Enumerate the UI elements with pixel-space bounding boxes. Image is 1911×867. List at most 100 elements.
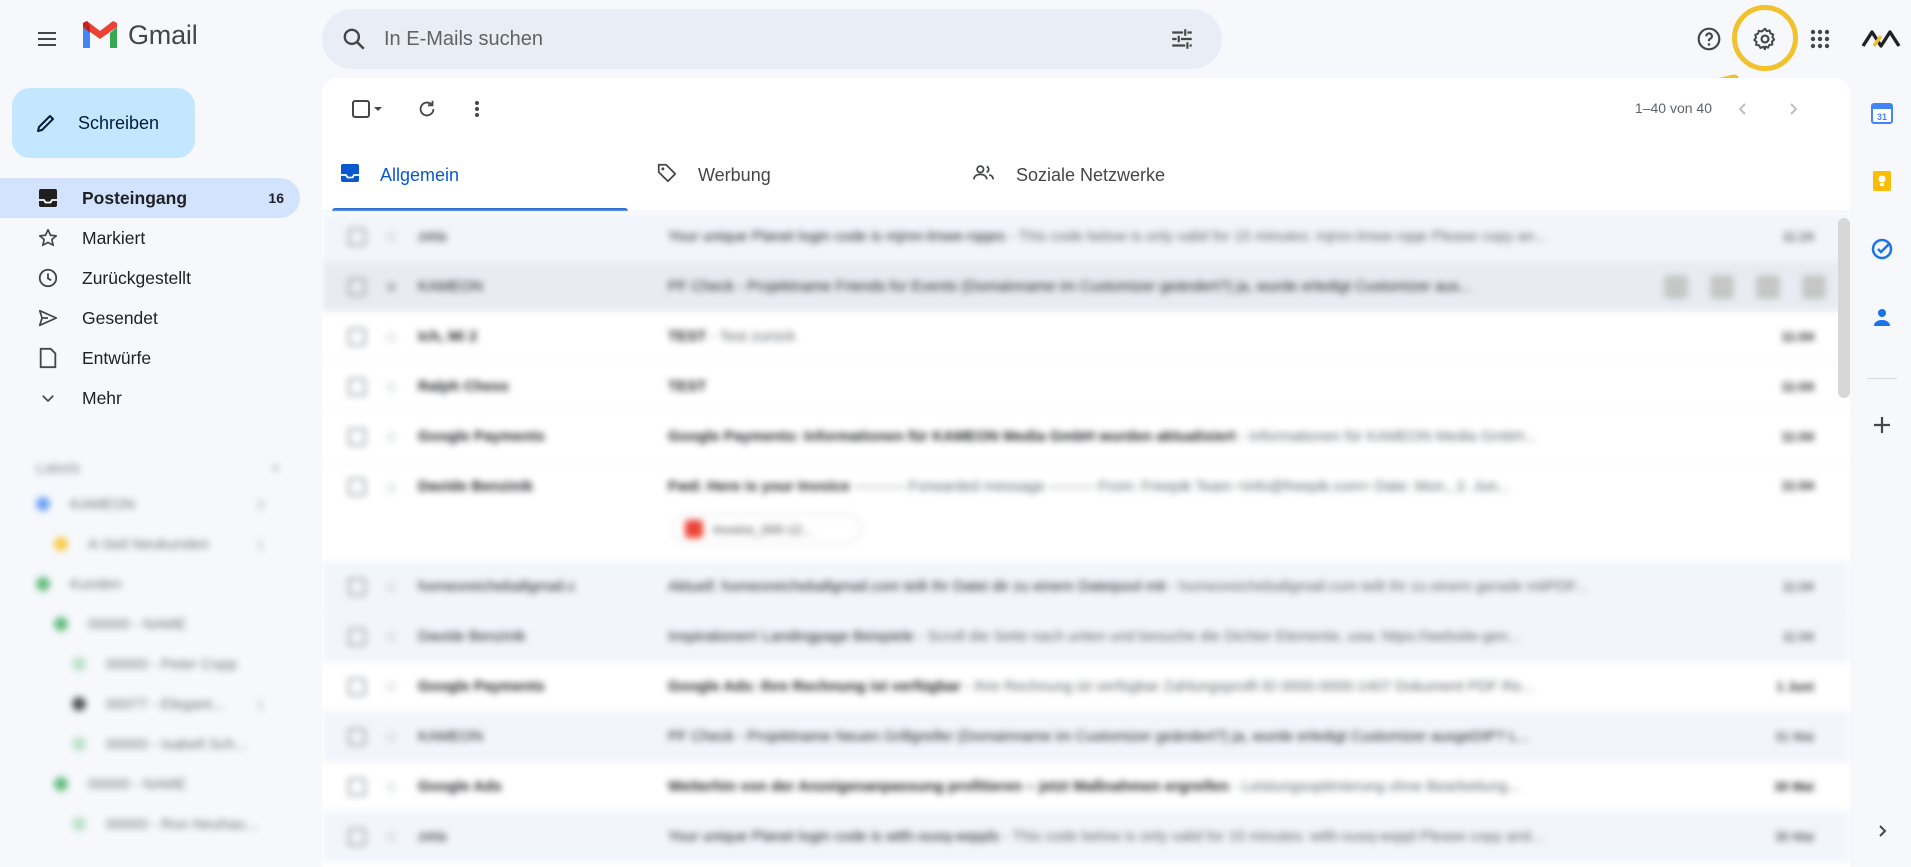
category-tabs: Allgemein Werbung Soziale Netzwerke <box>322 140 1850 212</box>
account-avatar[interactable] <box>1858 16 1904 62</box>
sidebar-item-drafts[interactable]: Entwürfe <box>0 338 300 378</box>
search-input[interactable] <box>384 27 1154 51</box>
search-bar[interactable] <box>322 9 1222 69</box>
row-checkbox[interactable] <box>348 677 366 696</box>
app-name: Gmail <box>128 20 198 50</box>
email-row[interactable]: ☆ Ralph Chess TEST 11:04 <box>322 362 1850 412</box>
star-icon[interactable]: ☆ <box>384 327 402 347</box>
email-row[interactable]: ☆ Davide Benzinik Fwd: Here is your Invo… <box>322 462 1850 562</box>
label-item[interactable]: 00000 - NAME <box>0 604 300 644</box>
gmail-m-icon <box>83 20 117 48</box>
archive-icon[interactable] <box>1664 274 1688 299</box>
label-item[interactable]: 00000 - NAME <box>0 764 300 804</box>
search-options-icon[interactable] <box>1154 11 1210 67</box>
sidebar-item-label: Entwürfe <box>82 347 152 368</box>
email-row[interactable]: ☆ Google Payments Google Payments: Infor… <box>322 412 1850 462</box>
row-checkbox[interactable] <box>348 277 366 296</box>
scrollbar[interactable] <box>1838 218 1850 398</box>
row-checkbox[interactable] <box>348 327 366 346</box>
gmail-logo[interactable]: Gmail <box>80 20 198 51</box>
svg-text:31: 31 <box>1877 112 1887 122</box>
tab-social[interactable]: Soziale Netzwerke <box>954 140 1270 211</box>
labels-section: Labels + KAMEON 3 A-Seil Neukunden 1 Kunden… <box>0 452 300 844</box>
star-icon[interactable]: ☆ <box>384 677 402 697</box>
prev-page-icon[interactable] <box>1724 90 1762 128</box>
email-row[interactable]: ☆ Google Ads Weiterhin von der Anzeigena… <box>322 762 1850 812</box>
sidebar-item-inbox[interactable]: Posteingang 16 <box>0 178 300 218</box>
tab-promotions[interactable]: Werbung <box>638 140 954 211</box>
add-addon-icon[interactable] <box>1865 408 1899 442</box>
star-icon[interactable]: ☆ <box>384 777 402 797</box>
email-row[interactable]: ☆ KAMEON PF Check - Projektname Neuen Gr… <box>322 712 1850 762</box>
more-options-icon[interactable] <box>458 90 496 128</box>
star-icon[interactable]: ☆ <box>384 478 402 498</box>
sidebar-item-label: Posteingang <box>82 187 188 208</box>
row-checkbox[interactable] <box>348 427 366 446</box>
keep-icon[interactable] <box>1865 164 1899 198</box>
refresh-icon[interactable] <box>408 90 446 128</box>
email-row[interactable]: ☆ homeoreicheballgmail.c Aktuell: homeor… <box>322 562 1850 612</box>
calendar-icon[interactable]: 31 <box>1865 96 1899 130</box>
tab-label: Soziale Netzwerke <box>1016 165 1166 185</box>
attachment-chip[interactable]: Invoice_000-12... <box>672 514 862 544</box>
mark-read-icon[interactable] <box>1756 274 1780 299</box>
pdf-icon <box>685 520 703 538</box>
sidebar-item-more[interactable]: Mehr <box>0 378 300 418</box>
add-label-icon[interactable]: + <box>271 460 280 477</box>
pencil-icon <box>37 115 54 132</box>
row-checkbox[interactable] <box>348 577 366 596</box>
label-item[interactable]: 00000 - Ron Neuhau... <box>0 804 300 844</box>
tab-primary[interactable]: Allgemein <box>322 140 638 211</box>
star-icon[interactable]: ☆ <box>384 727 402 747</box>
email-row[interactable]: ☆ zeta Your unique Planet login code is … <box>322 212 1850 262</box>
label-item[interactable]: A-Seil Neukunden 1 <box>0 524 300 564</box>
email-row[interactable]: ☆ Ich, Mi 2 TEST - Test zurück 11:04 <box>322 312 1850 362</box>
star-icon[interactable]: ☆ <box>384 427 402 447</box>
label-item[interactable]: 00000 - Isabell Sch... <box>0 724 300 764</box>
main-menu-button[interactable] <box>26 18 68 60</box>
star-icon[interactable]: ☆ <box>384 827 402 847</box>
delete-icon[interactable] <box>1710 274 1734 299</box>
pagination-info: 1–40 von 40 <box>1634 100 1712 116</box>
sidebar-item-sent[interactable]: Gesendet <box>0 298 300 338</box>
row-checkbox[interactable] <box>348 227 366 246</box>
row-checkbox[interactable] <box>348 478 366 496</box>
email-row[interactable]: ☆ Google Payments Google Ads: Ihre Rechn… <box>322 662 1850 712</box>
label-dot-icon <box>36 577 50 591</box>
sidebar-item-snoozed[interactable]: Zurückgestellt <box>0 258 300 298</box>
tasks-icon[interactable] <box>1865 232 1899 266</box>
email-row[interactable]: ☆ zeta Your unique Planet login code is … <box>322 812 1850 862</box>
sidebar-item-starred[interactable]: Markiert <box>0 218 300 258</box>
row-checkbox[interactable] <box>348 827 366 846</box>
next-page-icon[interactable] <box>1774 90 1812 128</box>
row-checkbox[interactable] <box>348 377 366 396</box>
row-checkbox[interactable] <box>348 627 366 646</box>
select-dropdown-icon[interactable] <box>366 90 390 128</box>
email-row[interactable]: ★ KAMEON PF Check - Projektname Friends … <box>322 262 1850 312</box>
email-row[interactable]: ☆ Davide Benzinik Inspirationen! Landing… <box>322 612 1850 662</box>
star-icon[interactable]: ☆ <box>384 227 402 247</box>
star-icon[interactable]: ★ <box>384 277 402 297</box>
label-item[interactable]: Kunden <box>0 564 300 604</box>
label-dot-icon <box>36 497 50 511</box>
support-icon[interactable] <box>1686 16 1732 62</box>
label-item[interactable]: 00077 - Elegant... 1 <box>0 684 300 724</box>
draft-icon <box>36 346 60 370</box>
expand-panel-icon[interactable] <box>1865 814 1899 848</box>
label-dot-icon <box>72 657 86 671</box>
mail-toolbar: 1–40 von 40 <box>322 78 1850 140</box>
compose-button[interactable]: Schreiben <box>12 88 195 158</box>
star-icon[interactable]: ☆ <box>384 377 402 397</box>
contacts-icon[interactable] <box>1865 300 1899 334</box>
row-checkbox[interactable] <box>348 777 366 796</box>
star-icon[interactable]: ☆ <box>384 627 402 647</box>
label-item[interactable]: 00000 - Peter Copp <box>0 644 300 684</box>
label-item[interactable]: KAMEON 3 <box>0 484 300 524</box>
snooze-icon[interactable] <box>1802 274 1826 299</box>
search-icon[interactable] <box>324 9 384 69</box>
hamburger-icon <box>38 32 56 46</box>
row-checkbox[interactable] <box>348 727 366 746</box>
apps-grid-icon[interactable] <box>1797 16 1843 62</box>
tab-label: Werbung <box>698 165 771 185</box>
star-icon[interactable]: ☆ <box>384 577 402 597</box>
